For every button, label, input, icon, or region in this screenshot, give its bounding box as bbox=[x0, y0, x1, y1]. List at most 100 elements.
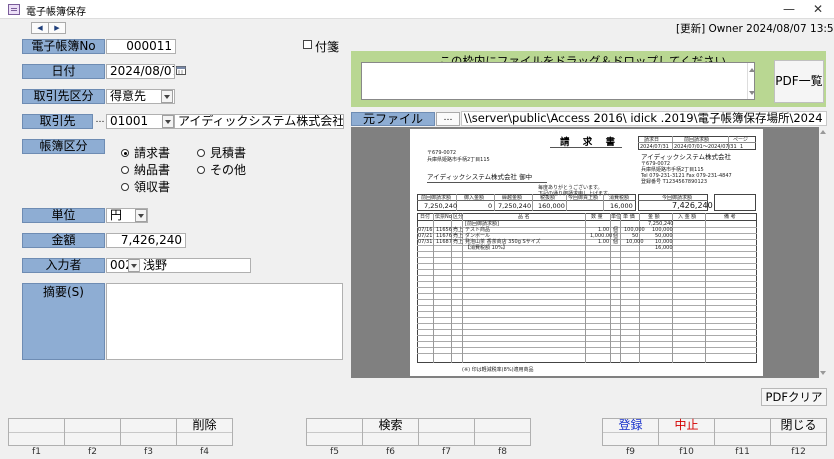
f11-button[interactable] bbox=[714, 418, 771, 446]
row-line bbox=[417, 251, 757, 252]
f3-key-label: f3 bbox=[144, 447, 153, 457]
row-line bbox=[417, 269, 757, 270]
source-file-path[interactable]: \\server\public\Access 2016\ idick .2019… bbox=[461, 111, 827, 126]
chevron-down-icon[interactable] bbox=[162, 115, 174, 128]
row-date: 07/31 bbox=[418, 239, 433, 245]
col-line bbox=[433, 213, 434, 363]
drop-zone-scrollbar[interactable] bbox=[747, 63, 755, 99]
row-line bbox=[417, 341, 757, 342]
summary-header: 消費税額 bbox=[609, 195, 630, 201]
cancel-button[interactable]: 中止 bbox=[658, 418, 715, 446]
f11-key-label: f11 bbox=[735, 447, 750, 457]
delete-button[interactable]: 削除 bbox=[176, 418, 233, 446]
col-header: 単位 bbox=[611, 214, 622, 220]
header-cell: ページ bbox=[733, 137, 748, 143]
calendar-icon[interactable] bbox=[176, 65, 186, 75]
chevron-down-icon[interactable] bbox=[161, 90, 173, 103]
file-drop-zone[interactable]: この枠内にファイルをドラッグ＆ドロップしてください。 bbox=[351, 51, 826, 107]
f5-button[interactable] bbox=[306, 418, 363, 446]
row-name: 【消費税額 10%】 bbox=[465, 245, 508, 251]
f3-button[interactable] bbox=[120, 418, 177, 446]
doc-no-field[interactable]: 000011 bbox=[106, 39, 176, 54]
f6-key-label: f6 bbox=[386, 447, 395, 457]
date-label: 日付 bbox=[22, 64, 105, 79]
f5-key-label: f5 bbox=[330, 447, 339, 457]
summary-header: 税抜額 bbox=[540, 195, 556, 201]
radio-empty-icon bbox=[121, 166, 129, 174]
invoice-page: 請 求 書 〒679-0072 兵庫県姫路市手柄2丁目115 アイディックシステ… bbox=[410, 129, 763, 376]
summary-header: 繰越金額 bbox=[502, 195, 523, 201]
row-price: 10,000 bbox=[626, 239, 644, 245]
sticky-checkbox[interactable] bbox=[303, 40, 312, 49]
f7-key-label: f7 bbox=[442, 447, 451, 457]
date-field[interactable]: 2024/08/07 bbox=[106, 64, 175, 79]
header-cell: 前回請求額 bbox=[684, 137, 710, 143]
summary-header: 前回御請求額 bbox=[421, 195, 452, 201]
next-record-button[interactable]: ▶ bbox=[48, 22, 66, 34]
col-header: 入 金 額 bbox=[678, 214, 697, 220]
radio-selected-icon bbox=[121, 149, 129, 157]
previous-record-button[interactable]: ◀ bbox=[31, 22, 49, 34]
radio-empty-icon bbox=[197, 166, 205, 174]
summary-divider bbox=[603, 194, 604, 211]
col-line bbox=[620, 213, 621, 363]
window-title: 電子帳簿保存 bbox=[26, 7, 86, 18]
book-type-label: 帳簿区分 bbox=[22, 139, 105, 154]
col-header: 備 考 bbox=[724, 214, 736, 220]
partner-type-label: 取引先区分 bbox=[22, 89, 105, 104]
stamp-box bbox=[714, 194, 756, 211]
col-line bbox=[585, 213, 586, 363]
pdf-viewer-scrollbar[interactable] bbox=[819, 127, 827, 378]
source-file-browse-button[interactable]: … bbox=[436, 112, 460, 126]
f1-key-label: f1 bbox=[32, 447, 41, 457]
col-header: 日付 bbox=[420, 214, 431, 220]
header-value: 2024/07/31 bbox=[640, 144, 669, 150]
chevron-down-icon[interactable] bbox=[135, 209, 147, 222]
f1-button[interactable] bbox=[8, 418, 65, 446]
header-value: 1 bbox=[740, 144, 744, 150]
col-line bbox=[705, 213, 706, 363]
unit-label: 単位 bbox=[22, 208, 105, 223]
register-button[interactable]: 登録 bbox=[602, 418, 659, 446]
summary-value: 7,250,240 bbox=[498, 202, 532, 210]
search-button[interactable]: 検索 bbox=[362, 418, 419, 446]
f2-key-label: f2 bbox=[88, 447, 97, 457]
partner-lookup-button[interactable]: … bbox=[95, 115, 105, 128]
recipient-postcode: 〒679-0072 bbox=[427, 150, 457, 156]
amount-field[interactable]: 7,426,240 bbox=[106, 233, 186, 248]
close-icon[interactable]: ✕ bbox=[813, 2, 823, 16]
drop-zone-area[interactable] bbox=[361, 62, 755, 100]
recipient-address: 兵庫県姫路市手柄2丁目115 bbox=[427, 157, 490, 163]
minimize-icon[interactable]: — bbox=[783, 2, 795, 16]
close-button[interactable]: 閉じる bbox=[770, 418, 827, 446]
doc-no-label: 電子帳簿No bbox=[22, 39, 105, 54]
header-cell: 請求日 bbox=[644, 137, 660, 143]
partner-name-field[interactable]: アイディックシステム株式会社 bbox=[174, 114, 344, 129]
f2-button[interactable] bbox=[64, 418, 121, 446]
row-line bbox=[417, 263, 757, 264]
col-header: 品 名 bbox=[518, 214, 530, 220]
recipient-name: アイディックシステム株式会社 御中 bbox=[427, 173, 533, 181]
entered-by-name-field[interactable]: 浅野 bbox=[139, 258, 251, 273]
f7-button[interactable] bbox=[418, 418, 475, 446]
invoice-title: 請 求 書 bbox=[560, 137, 621, 148]
pdf-list-button[interactable]: PDF一覧 bbox=[774, 60, 824, 103]
radio-estimate[interactable]: 見積書 bbox=[197, 144, 246, 161]
row-qty: 1.00 bbox=[598, 239, 610, 245]
radio-receipt[interactable]: 領収書 bbox=[121, 178, 170, 195]
f8-button[interactable] bbox=[474, 418, 531, 446]
status-text: [更新] Owner 2024/08/07 13:52:46 bbox=[676, 23, 834, 35]
radio-other[interactable]: その他 bbox=[197, 161, 246, 178]
radio-delivery[interactable]: 納品書 bbox=[121, 161, 170, 178]
issuer-reg: 登録番号 T1234567890123 bbox=[641, 179, 707, 185]
remarks-textarea[interactable] bbox=[106, 283, 343, 360]
row-line bbox=[417, 311, 757, 312]
row-slip: 11687 bbox=[436, 239, 452, 245]
summary-divider bbox=[532, 194, 533, 211]
row-line bbox=[417, 293, 757, 294]
pdf-clear-button[interactable]: PDFクリア bbox=[761, 388, 827, 406]
radio-invoice[interactable]: 請求書 bbox=[121, 144, 170, 161]
row-line bbox=[417, 353, 757, 354]
summary-header: 今回御買上額 bbox=[568, 195, 599, 201]
row-unit: 個 bbox=[613, 239, 619, 245]
